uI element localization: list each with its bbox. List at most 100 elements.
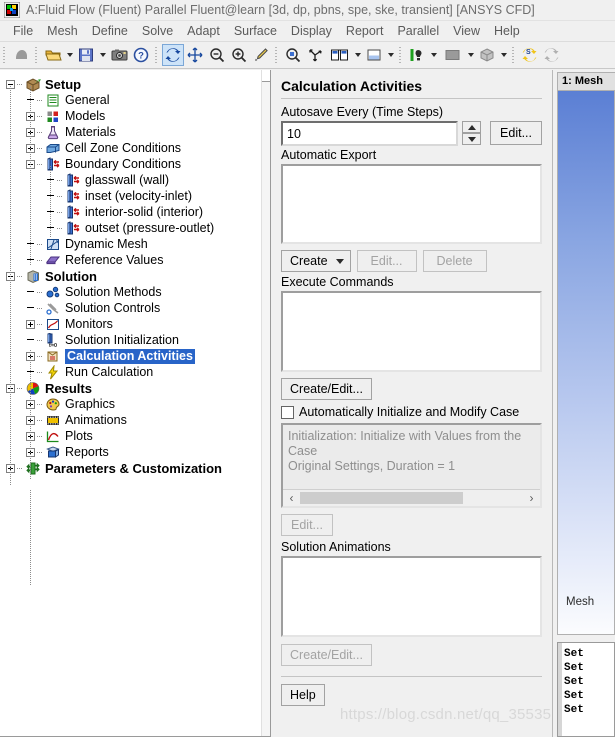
tree-node-interior-solid[interactable]: interior-solid (interior) (6, 204, 270, 220)
auto-initialize-horizontal-scrollbar[interactable]: ‹ › (283, 489, 540, 506)
scroll-left-icon[interactable]: ‹ (283, 491, 300, 506)
tree-node-animations[interactable]: Animations (6, 412, 270, 428)
rotate-refresh-icon[interactable] (162, 44, 184, 66)
chevron-down-icon[interactable] (64, 44, 75, 66)
execute-commands-list[interactable] (281, 291, 542, 372)
execute-commands-create-edit-button[interactable]: Create/Edit... (281, 378, 372, 400)
automatic-export-delete-button[interactable]: Delete (422, 250, 487, 272)
tree-node-glasswall[interactable]: glasswall (wall) (6, 172, 270, 188)
scroll-right-icon[interactable]: › (523, 491, 540, 506)
sync-s-icon[interactable]: S (519, 44, 541, 66)
toolbar-grip[interactable] (2, 45, 8, 65)
tree-node-results[interactable]: Results (6, 380, 270, 396)
graphics-tab-mesh[interactable]: 1: Mesh (557, 72, 615, 90)
toolbar-grip[interactable] (511, 45, 517, 65)
save-floppy-icon[interactable] (75, 44, 97, 66)
tree-node-calculation-activities[interactable]: Calculation Activities (6, 348, 270, 364)
menu-help[interactable]: Help (487, 22, 527, 40)
tree-connector (37, 259, 43, 261)
solution-animations-create-edit-button[interactable]: Create/Edit... (281, 644, 372, 666)
menu-adapt[interactable]: Adapt (180, 22, 227, 40)
zoom-out-icon[interactable] (206, 44, 228, 66)
view-layout-icon[interactable] (326, 44, 352, 66)
menu-file[interactable]: File (6, 22, 40, 40)
graphics-viewport[interactable]: Mesh (557, 90, 615, 635)
chevron-down-icon[interactable] (465, 44, 476, 66)
chevron-down-icon[interactable] (97, 44, 108, 66)
help-button[interactable]: Help (281, 684, 325, 706)
render-cube-icon[interactable] (476, 44, 498, 66)
tree-node-boundary-conditions[interactable]: Boundary Conditions (6, 156, 270, 172)
toolbar-grip[interactable] (274, 45, 280, 65)
chevron-down-icon[interactable] (428, 44, 439, 66)
cursor-select-icon[interactable] (10, 44, 32, 66)
menu-define[interactable]: Define (85, 22, 135, 40)
probe-eyedropper-icon[interactable] (250, 44, 272, 66)
tree-node-materials[interactable]: Materials (6, 124, 270, 140)
tree-node-setup[interactable]: Setup (6, 76, 270, 92)
tree-node-models[interactable]: Models (6, 108, 270, 124)
menu-parallel[interactable]: Parallel (390, 22, 446, 40)
help-question-icon[interactable]: ? (130, 44, 152, 66)
background-color-icon[interactable] (363, 44, 385, 66)
auto-initialize-summary-box[interactable]: Initialization: Initialize with Values f… (281, 423, 542, 508)
tree-node-monitors[interactable]: Monitors (6, 316, 270, 332)
refresh-gray-icon[interactable] (541, 44, 563, 66)
tree-node-reference-values[interactable]: Reference Values (6, 252, 270, 268)
tree-node-graphics[interactable]: Graphics (6, 396, 270, 412)
tree-node-run-calculation[interactable]: Run Calculation (6, 363, 270, 380)
camera-icon[interactable] (108, 44, 130, 66)
solution-animations-list[interactable] (281, 556, 542, 637)
toolbar-grip[interactable] (398, 45, 404, 65)
auto-initialize-checkbox[interactable] (281, 405, 294, 419)
stepper-up-icon[interactable] (462, 121, 482, 133)
zoom-in-icon[interactable] (228, 44, 250, 66)
tree-node-parameters-customization[interactable]: Parameters & Customization (6, 460, 270, 476)
console-output[interactable]: Set Set Set Set Set (557, 642, 615, 737)
tree-node-solution-initialization[interactable]: t=0 Solution Initialization (6, 332, 270, 349)
auto-initialize-edit-button[interactable]: Edit... (281, 514, 333, 536)
tree-scroll-thumb[interactable] (262, 70, 270, 82)
autosave-input[interactable]: 10 (281, 121, 459, 146)
console-scrollbar[interactable] (558, 643, 562, 736)
scroll-thumb[interactable] (300, 492, 463, 504)
tree-node-inset[interactable]: inset (velocity-inlet) (6, 188, 270, 204)
scroll-track[interactable] (300, 492, 523, 504)
tree-node-solution[interactable]: Solution (6, 268, 270, 284)
autosave-stepper[interactable] (462, 121, 482, 145)
tree-vertical-scrollbar[interactable] (261, 70, 270, 736)
toolbar-grip[interactable] (34, 45, 40, 65)
toolbar-grip[interactable] (154, 45, 160, 65)
menu-mesh[interactable]: Mesh (40, 22, 85, 40)
tree-node-plots[interactable]: Plots (6, 428, 270, 444)
stepper-down-icon[interactable] (462, 133, 482, 145)
menu-surface[interactable]: Surface (227, 22, 284, 40)
pan-move-icon[interactable] (184, 44, 206, 66)
automatic-export-edit-button[interactable]: Edit... (356, 250, 417, 272)
expand-plus-icon[interactable] (26, 319, 35, 329)
automatic-export-list[interactable] (281, 164, 542, 244)
lighting-icon[interactable] (406, 44, 428, 66)
tree-node-dynamic-mesh[interactable]: Dynamic Mesh (6, 236, 270, 252)
open-folder-icon[interactable] (42, 44, 64, 66)
menu-report[interactable]: Report (339, 22, 391, 40)
axes-triad-icon[interactable] (304, 44, 326, 66)
auto-initialize-checkbox-row[interactable]: Automatically Initialize and Modify Case (281, 405, 542, 419)
tree-node-general[interactable]: General (6, 92, 270, 108)
tree-node-solution-controls[interactable]: Solution Controls (6, 300, 270, 316)
menu-display[interactable]: Display (284, 22, 339, 40)
zoom-region-icon[interactable] (282, 44, 304, 66)
autosave-edit-button[interactable]: Edit... (490, 121, 542, 145)
chevron-down-icon[interactable] (352, 44, 363, 66)
tree-node-reports[interactable]: Reports (6, 444, 270, 460)
tree-node-outset[interactable]: outset (pressure-outlet) (6, 220, 270, 236)
chevron-down-icon[interactable] (385, 44, 396, 66)
chevron-down-icon[interactable] (498, 44, 509, 66)
tree-node-label: Materials (65, 124, 116, 139)
menu-solve[interactable]: Solve (135, 22, 180, 40)
tree-node-cell-zone-conditions[interactable]: Cell Zone Conditions (6, 140, 270, 156)
tree-node-solution-methods[interactable]: Solution Methods (6, 284, 270, 300)
menu-view[interactable]: View (446, 22, 487, 40)
color-swatch-icon[interactable] (439, 44, 465, 66)
automatic-export-create-button[interactable]: Create (281, 250, 351, 272)
